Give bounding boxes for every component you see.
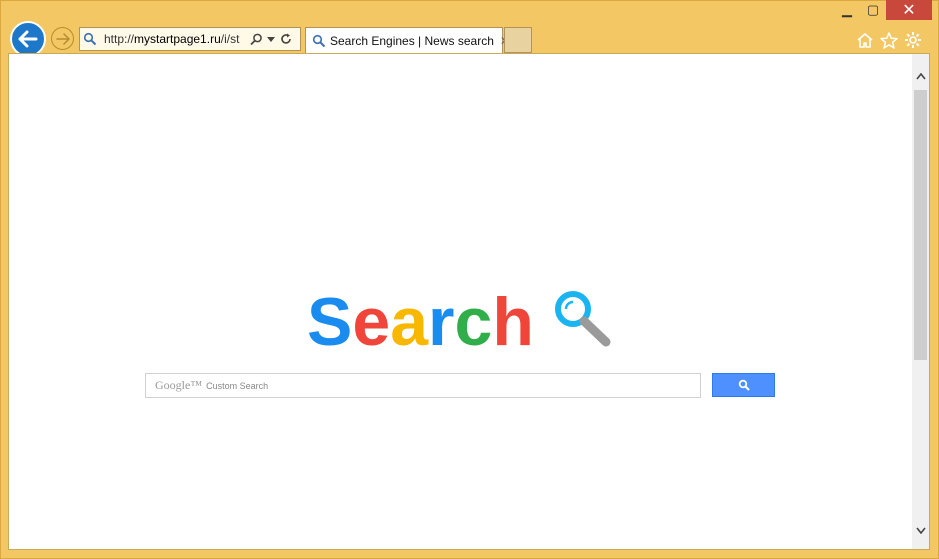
close-window-button[interactable]: ✕	[886, 0, 932, 20]
scroll-up-icon[interactable]	[912, 68, 929, 84]
search-icon	[738, 379, 750, 391]
scroll-down-icon[interactable]	[912, 522, 929, 538]
vertical-scrollbar[interactable]	[912, 54, 929, 549]
logo-letter-e: e	[352, 284, 391, 360]
maximize-button[interactable]: ▢	[860, 0, 886, 20]
tab-search-engines[interactable]: Search Engines | News search ✕	[305, 27, 510, 53]
forward-button[interactable]	[51, 27, 74, 50]
logo-letter-c: c	[454, 284, 493, 360]
arrow-left-icon	[18, 30, 38, 48]
search-logo: S e a r c h	[307, 282, 534, 356]
search-button[interactable]	[712, 373, 775, 397]
tab-search-icon	[312, 34, 326, 48]
search-input[interactable]: Google™ Custom Search	[145, 373, 701, 398]
minimize-button[interactable]: ▁	[834, 0, 860, 20]
url-rest: /i/st	[220, 32, 240, 46]
logo-letter-r: r	[428, 284, 455, 360]
tab-title: Search Engines | News search	[330, 33, 494, 48]
favorites-star-icon[interactable]	[880, 30, 898, 50]
gear-icon[interactable]	[904, 30, 922, 50]
site-search-icon	[80, 28, 100, 50]
new-tab-button[interactable]	[504, 27, 532, 53]
refresh-icon[interactable]	[276, 28, 296, 50]
arrow-right-icon	[55, 32, 70, 45]
url-domain: mystartpage1.ru	[134, 32, 221, 46]
logo-letter-a: a	[390, 284, 429, 360]
home-icon[interactable]	[856, 30, 874, 50]
dropdown-arrow-icon[interactable]	[266, 28, 276, 50]
url-prefix: http://	[104, 32, 135, 46]
logo-letter-s: S	[307, 284, 353, 360]
scrollbar-thumb[interactable]	[914, 90, 927, 360]
magnifier-logo-icon	[553, 290, 613, 353]
google-brand-label: Google™	[155, 378, 203, 392]
back-button[interactable]	[10, 21, 46, 57]
logo-letter-h: h	[492, 284, 534, 360]
url-text[interactable]: http://mystartpage1.ru/i/st	[104, 32, 246, 46]
address-bar[interactable]: http://mystartpage1.ru/i/st	[79, 27, 301, 51]
search-placeholder: Custom Search	[206, 380, 269, 391]
search-icon[interactable]	[246, 28, 266, 50]
